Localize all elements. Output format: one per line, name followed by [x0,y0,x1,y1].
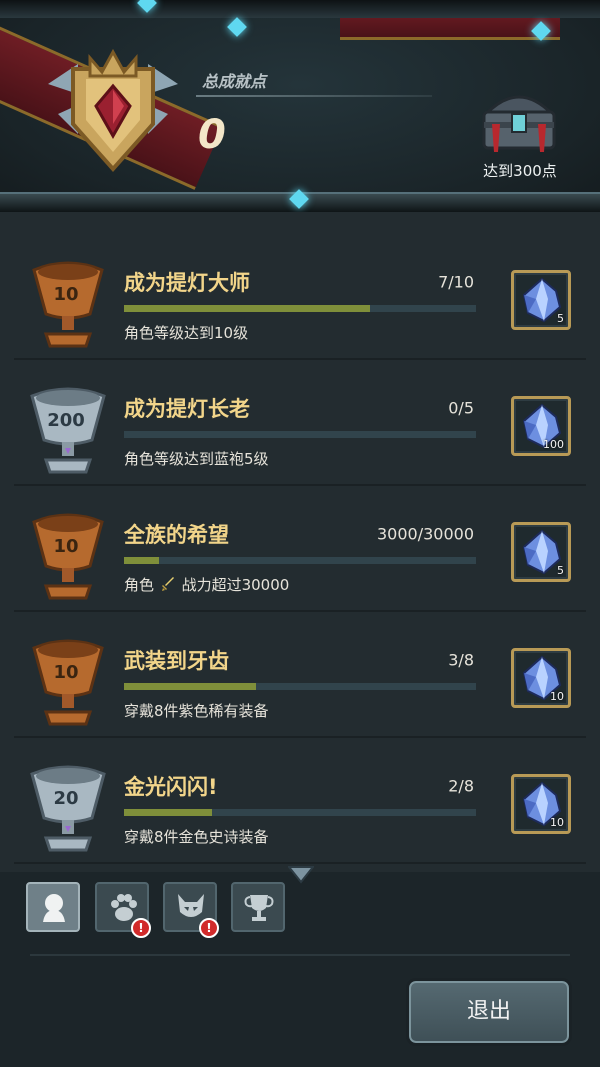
total-points-label: 总成就点 [202,72,267,91]
exit-button[interactable]: 退出 [406,978,572,1046]
gem-decoration [227,17,247,37]
achievement-title: 全族的希望 [124,523,229,547]
cup-points: 10 [53,284,79,305]
progress-bar [124,809,476,816]
achievement-progress-text: 2/8 [448,776,474,796]
reward-slot[interactable]: 10 [511,774,571,834]
progress-bar [124,557,476,564]
reward-count: 10 [550,816,564,829]
achievement-description: 角色等级达到10级 [124,324,249,342]
bottom-divider [30,954,570,956]
achievement-progress-text: 3/8 [448,650,474,670]
tab-trophy[interactable] [231,882,285,932]
bottom-panel: ! ! 退出 [0,872,600,1067]
achievement-title: 成为提灯长老 [124,397,250,421]
total-points-value: 0 [198,112,226,158]
cup-points: 10 [53,662,79,683]
achievement-row: 20 金光闪闪! 2/8 穿戴8件金色史诗装备 10 [14,738,586,864]
achievement-description: 穿戴8件金色史诗装备 [124,828,269,846]
achievement-progress-text: 3000/30000 [376,524,474,544]
reward-slot[interactable]: 5 [511,270,571,330]
progress-bar-fill [124,557,160,564]
progress-bar-fill [124,305,371,312]
achievement-title: 成为提灯大师 [124,271,250,295]
description-prefix: 角色 [124,576,155,594]
achievement-crest-icon [48,48,178,173]
alert-badge: ! [199,918,219,938]
description-suffix: 战力超过30000 [181,576,290,594]
chest-threshold-label: 达到300点 [483,162,557,180]
trophy-icon [244,895,274,921]
achievement-row: 10 武装到牙齿 3/8 穿戴8件紫色稀有装备 10 [14,612,586,738]
achievement-description: 穿戴8件紫色稀有装备 [124,702,269,720]
cup-points: 10 [53,536,79,557]
character-head-icon [43,894,65,922]
achievement-description: 角色 战力超过30000 [124,574,289,595]
scroll-down-arrow-icon[interactable] [288,866,314,884]
achievement-title: 武装到牙齿 [124,649,229,673]
paw-icon [111,894,137,921]
mask-icon [178,894,204,917]
treasure-chest-icon[interactable] [478,84,560,154]
achievement-row: 10 成为提灯大师 7/10 角色等级达到10级 5 [14,234,586,360]
achievement-row: 200 成为提灯长老 0/5 角色等级达到蓝袍5级 100 [14,360,586,486]
progress-bar [124,683,476,690]
progress-bar [124,431,476,438]
reward-count: 5 [557,564,564,577]
achievement-title: 金光闪闪! [124,775,218,799]
cup-points: 200 [47,410,85,431]
alert-badge: ! [131,918,151,938]
reward-count: 10 [550,690,564,703]
achievement-description: 角色等级达到蓝袍5级 [124,450,269,468]
achievement-list[interactable]: 10 成为提灯大师 7/10 角色等级达到10级 5 200 成为提灯长老 0/… [0,212,600,872]
achievement-progress-text: 7/10 [438,272,474,292]
tab-pet[interactable]: ! [95,882,151,938]
progress-bar [124,305,476,312]
achievement-row: 10 全族的希望 3000/30000 角色 战力超过30000 5 [14,486,586,612]
reward-slot[interactable]: 5 [511,522,571,582]
achievement-progress-text: 0/5 [448,398,474,418]
frame-border [0,0,600,18]
achievement-header: 总成就点 0 达到300点 [0,0,600,212]
reward-count: 100 [543,438,564,451]
progress-bar-fill [124,809,212,816]
sword-icon [161,577,174,591]
tab-character[interactable] [26,882,80,932]
progress-bar-fill [124,683,256,690]
reward-count: 5 [557,312,564,325]
header-divider [196,95,432,97]
reward-slot[interactable]: 10 [511,648,571,708]
cup-points: 20 [53,788,79,809]
tab-mask[interactable]: ! [163,882,219,938]
reward-slot[interactable]: 100 [511,396,571,456]
